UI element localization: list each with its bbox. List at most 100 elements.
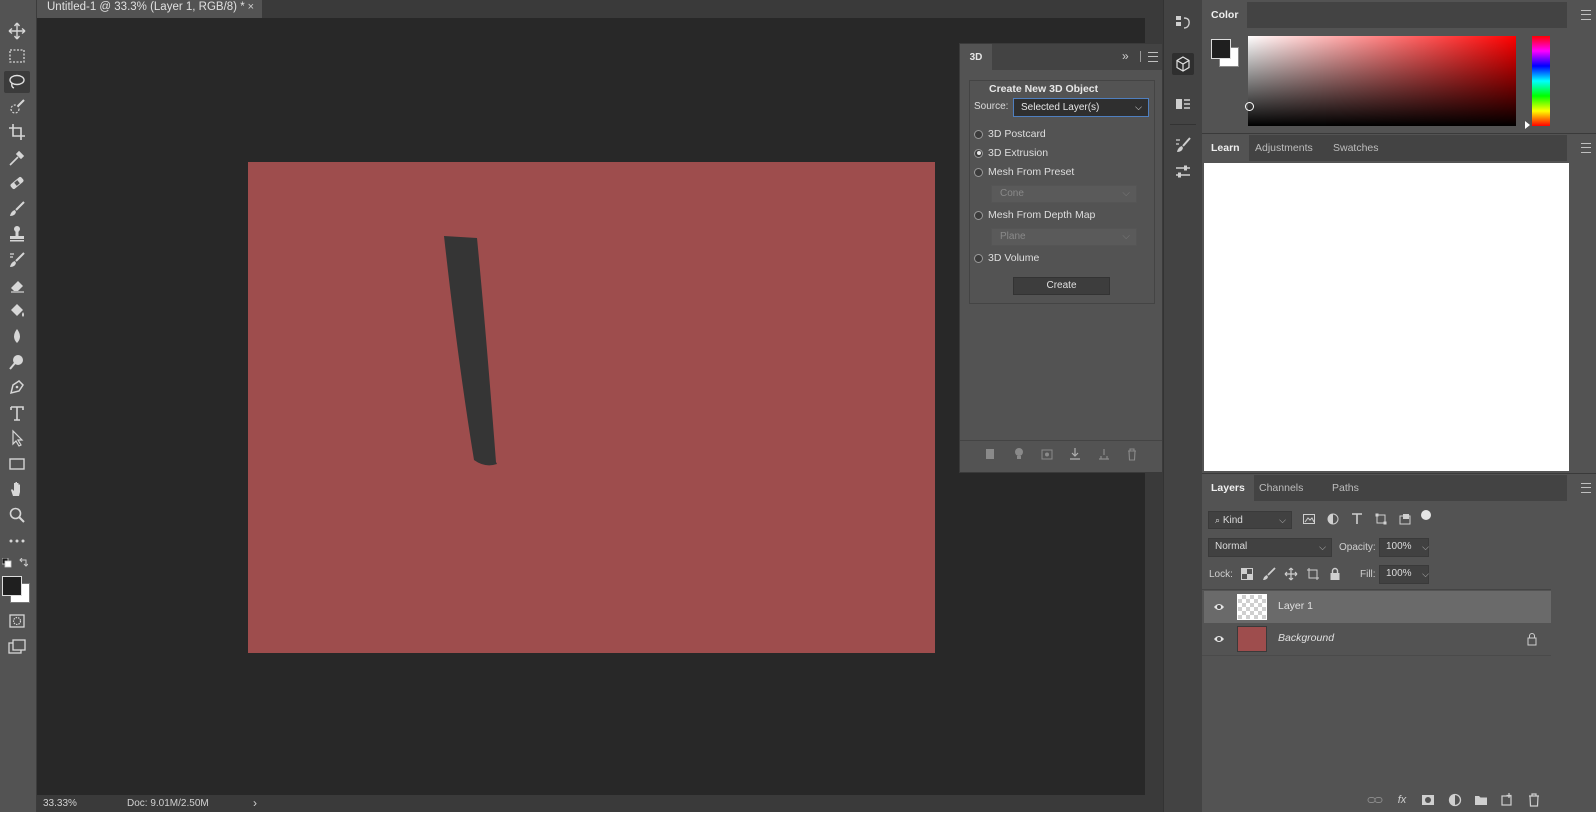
properties-panel-icon[interactable] bbox=[1172, 93, 1194, 115]
panel-menu-icon[interactable] bbox=[1581, 483, 1591, 493]
history-panel-icon[interactable] bbox=[1172, 12, 1194, 34]
tab-adjustments[interactable]: Adjustments bbox=[1246, 135, 1322, 161]
tab-layers[interactable]: Layers bbox=[1202, 475, 1254, 501]
layer-name[interactable]: Layer 1 bbox=[1278, 600, 1313, 612]
zoom-icon[interactable] bbox=[4, 504, 30, 526]
filter-type-icon[interactable] bbox=[1350, 512, 1364, 526]
right-panel-dock: Color Learn Adjustments Swatches Layers … bbox=[1202, 0, 1596, 812]
zoom-level[interactable]: 33.33% bbox=[43, 795, 77, 812]
history-brush-icon[interactable] bbox=[4, 249, 30, 271]
option-mesh-from-preset[interactable]: Mesh From Preset bbox=[974, 164, 1074, 180]
lock-icon[interactable] bbox=[1526, 632, 1538, 646]
fill-field[interactable]: 100% ⌵ bbox=[1379, 565, 1429, 584]
pen-icon[interactable] bbox=[4, 376, 30, 398]
depthmap-value: Plane bbox=[1000, 231, 1026, 242]
filter-shape-icon[interactable] bbox=[1374, 512, 1388, 526]
eraser-icon[interactable] bbox=[4, 274, 30, 296]
filter-pixel-icon[interactable] bbox=[1302, 512, 1316, 526]
layer-styles-fx-icon[interactable]: fx bbox=[1394, 792, 1410, 808]
screen-mode-icon[interactable] bbox=[4, 636, 30, 658]
tab-channels[interactable]: Channels bbox=[1250, 475, 1312, 501]
brush-settings-icon[interactable] bbox=[1172, 134, 1194, 156]
new-layer-icon[interactable] bbox=[1499, 792, 1515, 808]
create-button[interactable]: Create bbox=[1013, 277, 1110, 295]
source-select[interactable]: Selected Layer(s) ⌵ bbox=[1013, 98, 1149, 117]
hue-slider-handle-icon[interactable] bbox=[1525, 121, 1530, 129]
visibility-eye-icon[interactable] bbox=[1213, 601, 1225, 613]
crop-icon[interactable] bbox=[4, 121, 30, 143]
layer-row-layer-1[interactable]: Layer 1 bbox=[1204, 591, 1551, 623]
filter-scene-icon[interactable] bbox=[984, 447, 996, 461]
lock-all-icon[interactable] bbox=[1328, 567, 1342, 581]
panel-menu-icon[interactable] bbox=[1581, 143, 1591, 153]
option-3d-volume[interactable]: 3D Volume bbox=[974, 250, 1039, 266]
eyedropper-icon[interactable] bbox=[4, 147, 30, 169]
camera-icon[interactable] bbox=[1041, 447, 1053, 461]
new-group-folder-icon[interactable] bbox=[1473, 792, 1489, 808]
filter-kind-select[interactable]: ⌕ Kind ⌵ bbox=[1208, 511, 1292, 529]
hand-icon[interactable] bbox=[4, 478, 30, 500]
link-layers-icon[interactable] bbox=[1367, 792, 1383, 808]
add-mask-icon[interactable] bbox=[1420, 792, 1436, 808]
panel-menu-icon[interactable] bbox=[1581, 10, 1591, 20]
light-bulb-icon[interactable] bbox=[1013, 447, 1025, 461]
hue-slider[interactable] bbox=[1532, 36, 1550, 126]
quick-selection-icon[interactable] bbox=[4, 96, 30, 118]
collapse-panel-icon[interactable]: » bbox=[1122, 49, 1129, 63]
option-mesh-from-depth-map[interactable]: Mesh From Depth Map bbox=[974, 207, 1095, 223]
3d-panel-icon[interactable] bbox=[1172, 53, 1194, 75]
tab-swatches[interactable]: Swatches bbox=[1324, 135, 1388, 161]
rectangle-icon[interactable] bbox=[4, 453, 30, 475]
document-tab-title: Untitled-1 @ 33.3% (Layer 1, RGB/8) * bbox=[47, 1, 245, 13]
lock-artboard-icon[interactable] bbox=[1306, 567, 1320, 581]
panel-menu-icon[interactable] bbox=[1148, 52, 1158, 62]
clone-stamp-icon[interactable] bbox=[4, 223, 30, 245]
path-selection-icon[interactable] bbox=[4, 427, 30, 449]
lasso-icon[interactable] bbox=[4, 71, 30, 93]
lock-position-icon[interactable] bbox=[1284, 567, 1298, 581]
layer-row-background[interactable]: Background bbox=[1204, 623, 1551, 655]
filter-smart-object-icon[interactable] bbox=[1398, 512, 1412, 526]
delete-layer-icon[interactable] bbox=[1526, 792, 1542, 808]
default-colors-icon[interactable] bbox=[1, 557, 12, 568]
move-tool-icon[interactable] bbox=[4, 20, 30, 42]
quick-mask-icon[interactable] bbox=[4, 610, 30, 632]
filter-toggle-icon[interactable] bbox=[1421, 510, 1431, 520]
close-tab-icon[interactable]: × bbox=[248, 0, 254, 14]
blend-mode-select[interactable]: Normal ⌵ bbox=[1208, 538, 1332, 557]
option-3d-postcard[interactable]: 3D Postcard bbox=[974, 126, 1046, 142]
option-3d-extrusion[interactable]: 3D Extrusion bbox=[974, 145, 1048, 161]
trash-icon[interactable] bbox=[1126, 447, 1138, 461]
opacity-label: Opacity: bbox=[1339, 542, 1376, 553]
color-picker-handle[interactable] bbox=[1245, 102, 1254, 111]
tab-learn[interactable]: Learn bbox=[1202, 135, 1249, 161]
tab-paths[interactable]: Paths bbox=[1323, 475, 1368, 501]
adjustments-sliders-icon[interactable] bbox=[1172, 161, 1194, 183]
opacity-field[interactable]: 100% ⌵ bbox=[1379, 538, 1429, 557]
brush-icon[interactable] bbox=[4, 198, 30, 220]
drop-to-ground-icon[interactable] bbox=[1069, 447, 1081, 461]
add-light-icon[interactable] bbox=[1098, 447, 1110, 461]
layer-name[interactable]: Background bbox=[1278, 632, 1334, 644]
dodge-icon[interactable] bbox=[4, 351, 30, 373]
color-field[interactable] bbox=[1245, 36, 1516, 126]
tab-3d[interactable]: 3D bbox=[960, 44, 992, 70]
color-foreground-swatch[interactable] bbox=[1211, 39, 1231, 59]
paint-bucket-icon[interactable] bbox=[4, 300, 30, 322]
document-tab[interactable]: Untitled-1 @ 33.3% (Layer 1, RGB/8) * × bbox=[37, 0, 262, 18]
lock-image-pixels-icon[interactable] bbox=[1262, 567, 1276, 581]
lock-transparent-pixels-icon[interactable] bbox=[1240, 567, 1254, 581]
foreground-color-swatch[interactable] bbox=[2, 576, 22, 596]
healing-brush-icon[interactable] bbox=[4, 172, 30, 194]
visibility-eye-icon[interactable] bbox=[1213, 633, 1225, 645]
status-menu-arrow-icon[interactable]: › bbox=[253, 795, 257, 812]
filter-adjustment-icon[interactable] bbox=[1326, 512, 1340, 526]
image-canvas[interactable] bbox=[248, 162, 935, 653]
type-icon[interactable] bbox=[4, 402, 30, 424]
rectangular-marquee-icon[interactable] bbox=[4, 45, 30, 67]
new-adjustment-layer-icon[interactable] bbox=[1447, 792, 1463, 808]
swap-colors-icon[interactable] bbox=[18, 557, 29, 568]
tab-color[interactable]: Color bbox=[1202, 2, 1248, 28]
blur-icon[interactable] bbox=[4, 325, 30, 347]
more-tools-icon[interactable] bbox=[4, 530, 30, 552]
